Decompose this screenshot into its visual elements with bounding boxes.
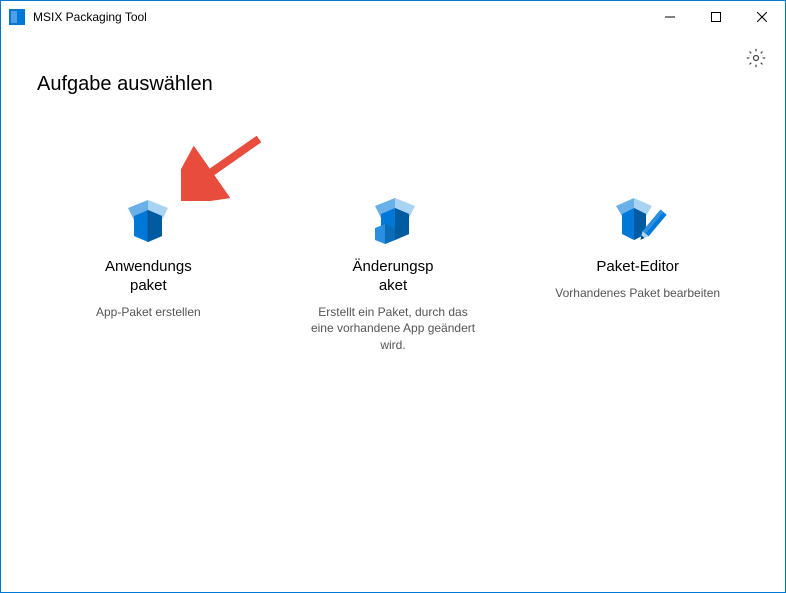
page-heading: Aufgabe auswählen xyxy=(37,73,785,96)
gear-icon xyxy=(746,48,766,68)
option-title: Anwendungspaket xyxy=(105,258,192,296)
option-modification-package[interactable]: Änderungspaket Erstellt ein Paket, durch… xyxy=(306,186,481,354)
window-controls xyxy=(647,1,785,33)
minimize-icon xyxy=(665,12,675,22)
box-with-pencil-icon xyxy=(606,186,670,250)
window-title: MSIX Packaging Tool xyxy=(33,10,647,24)
settings-button[interactable] xyxy=(745,47,767,69)
option-title: Paket-Editor xyxy=(596,258,679,277)
box-open-icon xyxy=(116,186,180,250)
options-container: Anwendungspaket App-Paket erstellen Ände… xyxy=(1,186,785,354)
option-description: Erstellt ein Paket, durch das eine vorha… xyxy=(306,304,481,354)
maximize-button[interactable] xyxy=(693,1,739,33)
app-icon xyxy=(9,9,25,25)
option-application-package[interactable]: Anwendungspaket App-Paket erstellen xyxy=(61,186,236,354)
close-button[interactable] xyxy=(739,1,785,33)
close-icon xyxy=(757,12,767,22)
minimize-button[interactable] xyxy=(647,1,693,33)
titlebar: MSIX Packaging Tool xyxy=(1,1,785,33)
option-description: Vorhandenes Paket bearbeiten xyxy=(555,285,720,302)
annotation-arrow xyxy=(181,131,261,191)
option-description: App-Paket erstellen xyxy=(96,304,201,321)
option-title: Änderungspaket xyxy=(353,258,434,296)
maximize-icon xyxy=(711,12,721,22)
box-with-sub-box-icon xyxy=(361,186,425,250)
option-package-editor[interactable]: Paket-Editor Vorhandenes Paket bearbeite… xyxy=(550,186,725,354)
